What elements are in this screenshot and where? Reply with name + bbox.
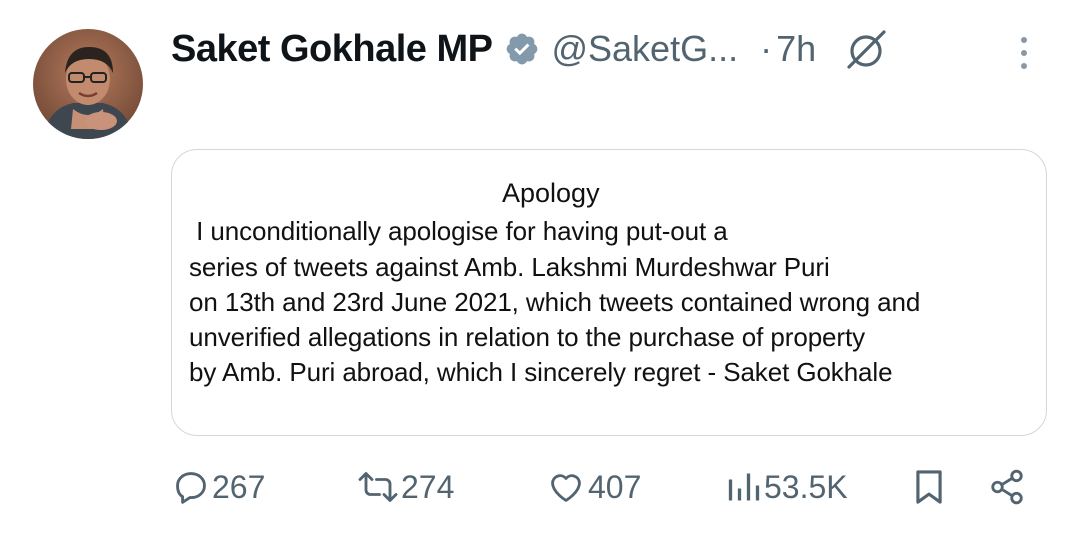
action-bar: 267 274 407 53.5K	[0, 462, 1080, 512]
like-count: 407	[588, 468, 642, 505]
media-card[interactable]: Apology I unconditionally apologise for …	[171, 149, 1047, 436]
reply-icon	[172, 468, 210, 506]
grok-icon[interactable]	[844, 27, 888, 71]
separator-dot: ·	[760, 28, 773, 69]
reply-button[interactable]: 267	[172, 462, 265, 512]
reply-count: 267	[212, 468, 266, 505]
retweet-icon	[357, 468, 399, 506]
verified-badge-icon	[504, 31, 540, 67]
card-line: series of tweets against Amb. Lakshmi Mu…	[189, 252, 830, 282]
card-line: on 13th and 23rd June 2021, which tweets…	[189, 287, 921, 317]
author-name[interactable]: Saket Gokhale MP	[171, 28, 493, 71]
like-button[interactable]: 407	[546, 462, 641, 512]
card-line: I unconditionally apologise for having p…	[189, 216, 728, 246]
card-line: by Amb. Puri abroad, which I sincerely r…	[189, 357, 893, 387]
bookmark-icon	[912, 468, 946, 506]
author-handle[interactable]: @SaketG...	[551, 28, 738, 70]
bookmark-button[interactable]	[912, 462, 946, 512]
share-icon	[987, 468, 1027, 506]
more-options-icon[interactable]	[1012, 33, 1036, 73]
retweet-button[interactable]: 274	[357, 462, 454, 512]
card-title: Apology	[502, 178, 600, 208]
avatar[interactable]	[33, 29, 143, 139]
heart-icon	[546, 468, 586, 506]
tweet-time[interactable]: 7h	[776, 28, 816, 70]
card-line: unverified allegations in relation to th…	[189, 322, 865, 352]
retweet-count: 274	[401, 468, 455, 505]
avatar-photo	[33, 29, 143, 139]
views-button[interactable]: 53.5K	[726, 462, 848, 512]
tweet-header: Saket Gokhale MP @SaketG... · 7h	[171, 22, 888, 76]
views-chart-icon	[726, 468, 762, 506]
share-button[interactable]	[987, 462, 1027, 512]
views-count: 53.5K	[764, 468, 848, 505]
